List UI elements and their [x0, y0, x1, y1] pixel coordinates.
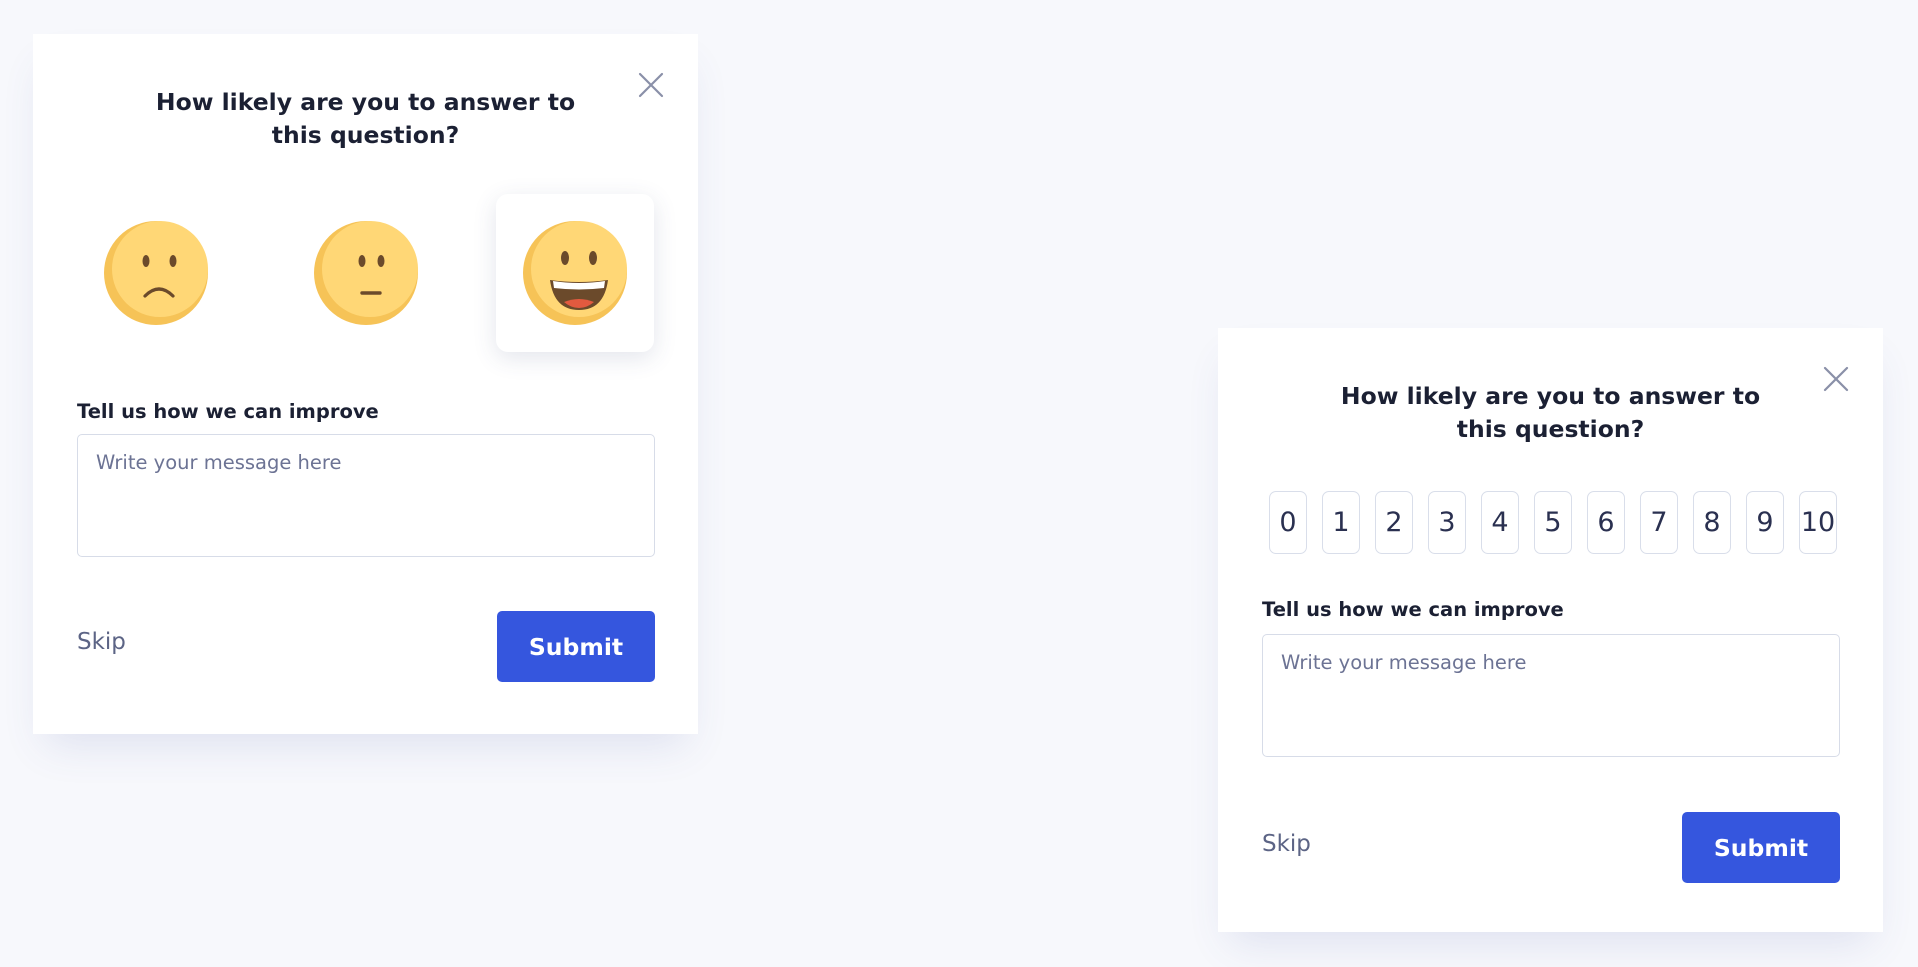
score-option-8[interactable]: 8: [1693, 491, 1731, 554]
survey-title: How likely are you to answer to this que…: [155, 88, 576, 149]
message-input[interactable]: [77, 434, 655, 557]
message-input[interactable]: [1262, 634, 1840, 757]
page: How likely are you to answer to this que…: [0, 0, 1918, 967]
score-option-10[interactable]: 10: [1799, 491, 1837, 554]
feedback-label: Tell us how we can improve: [77, 400, 379, 423]
sad-face-icon: [104, 221, 208, 325]
rating-option-neutral[interactable]: [287, 194, 445, 352]
emoji-rating-group: [77, 194, 654, 352]
rating-option-happy[interactable]: [496, 194, 654, 352]
emoji-survey-card: How likely are you to answer to this que…: [33, 34, 698, 734]
score-option-6[interactable]: 6: [1587, 491, 1625, 554]
score-option-5[interactable]: 5: [1534, 491, 1572, 554]
score-option-4[interactable]: 4: [1481, 491, 1519, 554]
score-option-9[interactable]: 9: [1746, 491, 1784, 554]
happy-face-icon: [523, 221, 627, 325]
submit-button[interactable]: Submit: [497, 611, 655, 682]
score-option-group: 0 1 2 3 4 5 6 7 8 9 10: [1269, 491, 1837, 554]
skip-link[interactable]: Skip: [77, 629, 126, 655]
survey-title: How likely are you to answer to this que…: [1340, 382, 1761, 443]
submit-button[interactable]: Submit: [1682, 812, 1840, 883]
score-survey-card: How likely are you to answer to this que…: [1218, 328, 1883, 932]
score-option-2[interactable]: 2: [1375, 491, 1413, 554]
score-option-1[interactable]: 1: [1322, 491, 1360, 554]
feedback-label: Tell us how we can improve: [1262, 598, 1564, 621]
score-option-7[interactable]: 7: [1640, 491, 1678, 554]
score-option-3[interactable]: 3: [1428, 491, 1466, 554]
skip-link[interactable]: Skip: [1262, 831, 1311, 857]
rating-option-sad[interactable]: [77, 194, 235, 352]
score-option-0[interactable]: 0: [1269, 491, 1307, 554]
neutral-face-icon: [314, 221, 418, 325]
